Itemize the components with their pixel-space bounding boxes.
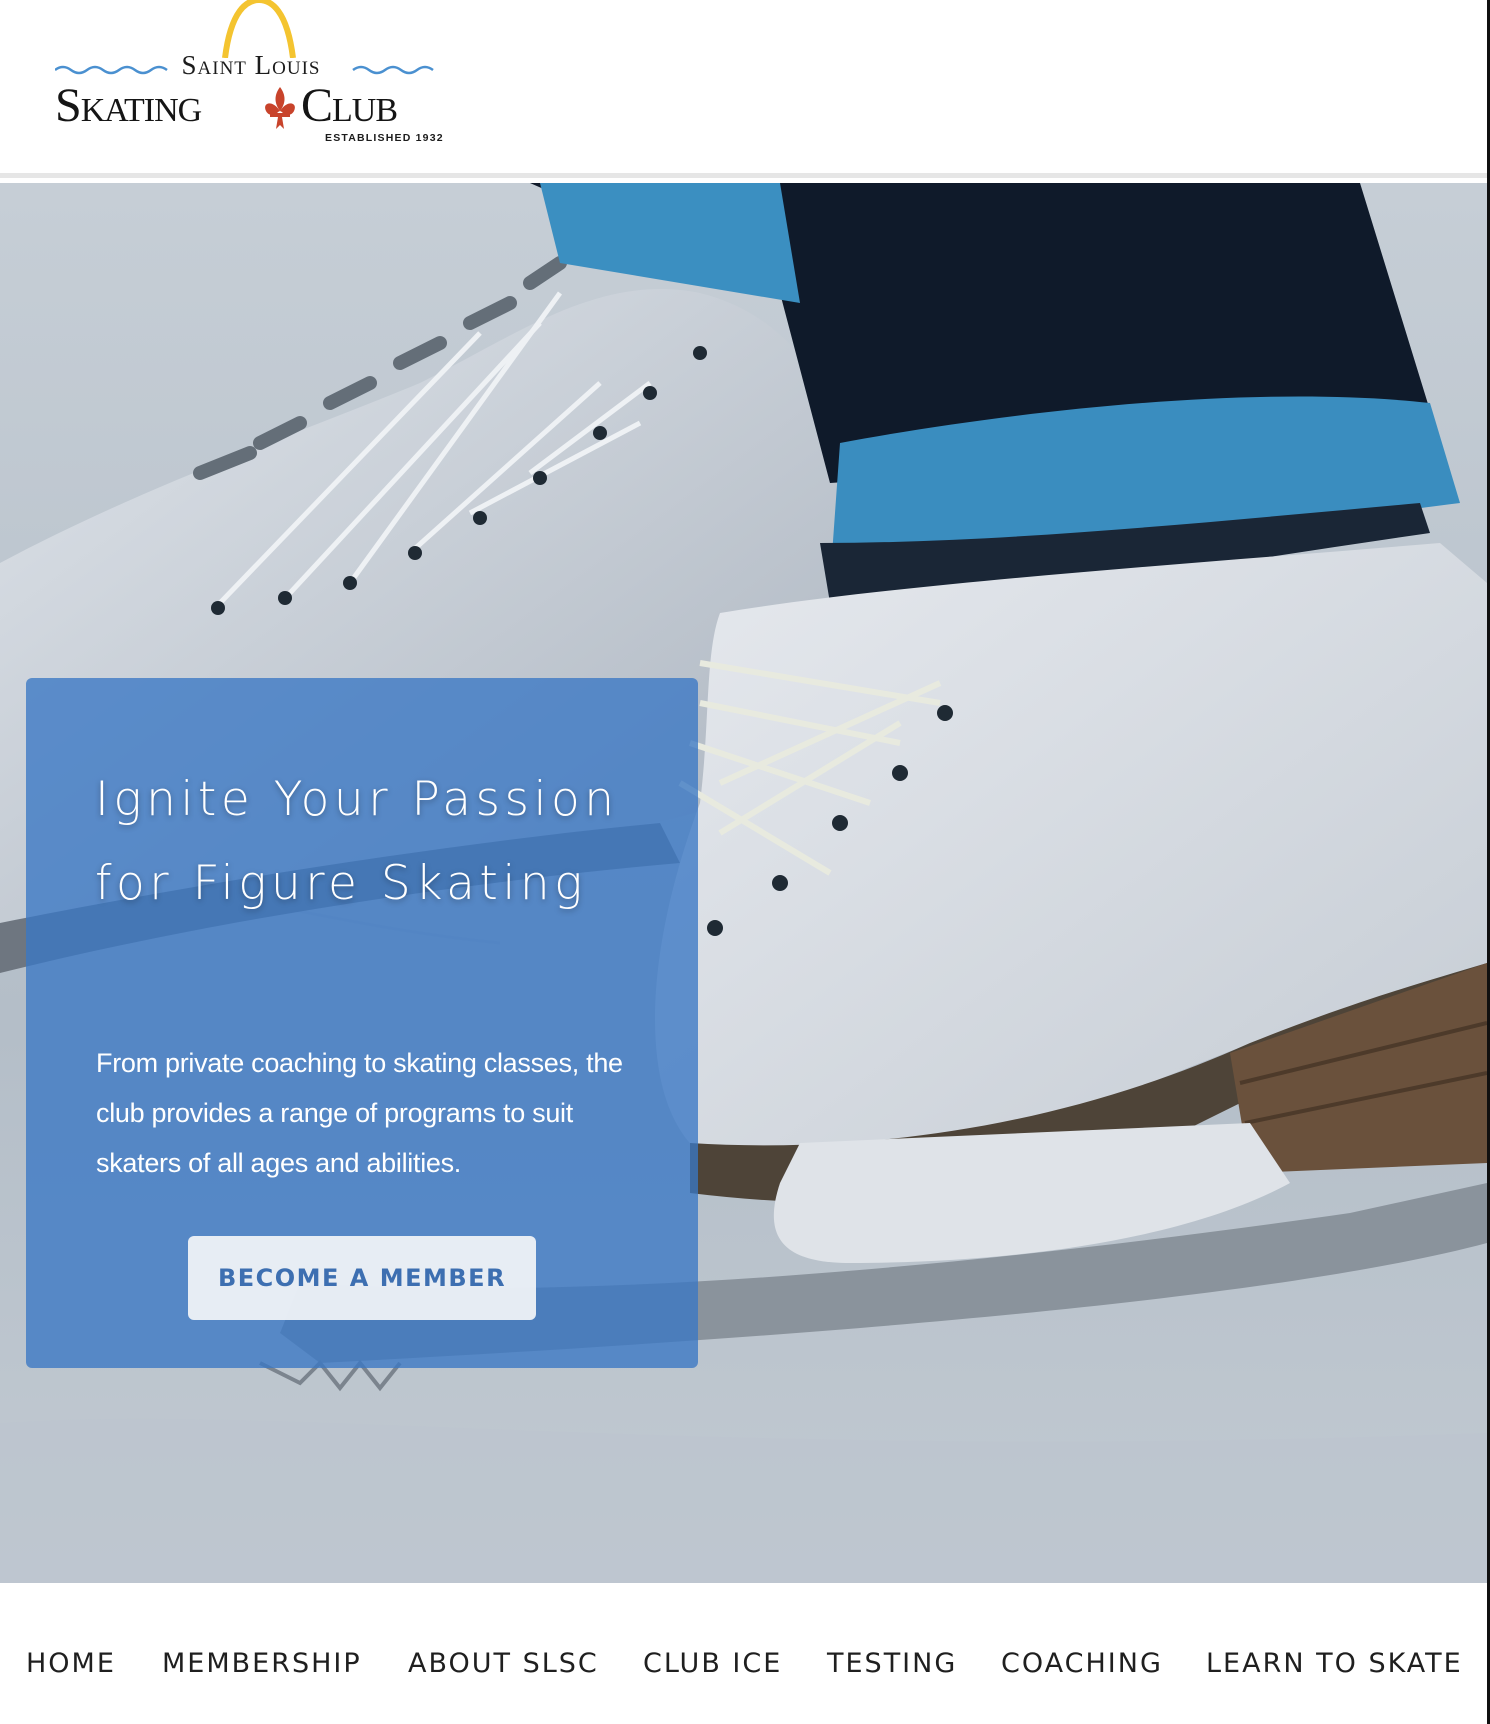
hero-card: Ignite Your Passion for Figure Skating F… [26, 678, 698, 1368]
become-member-button[interactable]: BECOME A MEMBER [188, 1236, 536, 1320]
logo-wordmark: Skating Club [55, 78, 445, 134]
nav-item-about-slsc[interactable]: ABOUT SLSC [408, 1648, 599, 1679]
logo-saint-louis: Saint Louis [181, 50, 321, 80]
nav-item-testing[interactable]: TESTING [827, 1648, 957, 1679]
nav-item-learn-to-skate[interactable]: LEARN TO SKATE [1206, 1648, 1463, 1679]
logo-established: ESTABLISHED 1932 [325, 132, 444, 144]
club-logo[interactable]: Saint Louis Skating Club ESTABLISHED 193… [55, 0, 445, 150]
hero-title: Ignite Your Passion for Figure Skating [95, 772, 619, 911]
nav-item-coaching[interactable]: COACHING [1001, 1648, 1163, 1679]
nav-item-membership[interactable]: MEMBERSHIP [162, 1648, 362, 1679]
nav-item-home[interactable]: HOME [26, 1648, 116, 1679]
hero-section: Ignite Your Passion for Figure Skating F… [0, 183, 1487, 1583]
fleur-de-lis-icon [265, 87, 295, 129]
logo-word-club: Club [301, 79, 398, 132]
hero-description: From private coaching to skating classes… [96, 1048, 623, 1178]
nav-item-club-ice[interactable]: CLUB ICE [643, 1648, 782, 1679]
main-navigation: HOME MEMBERSHIP ABOUT SLSC CLUB ICE TEST… [0, 1583, 1487, 1724]
logo-word-skating: Skating [55, 79, 202, 132]
site-header: Saint Louis Skating Club ESTABLISHED 193… [0, 0, 1487, 178]
